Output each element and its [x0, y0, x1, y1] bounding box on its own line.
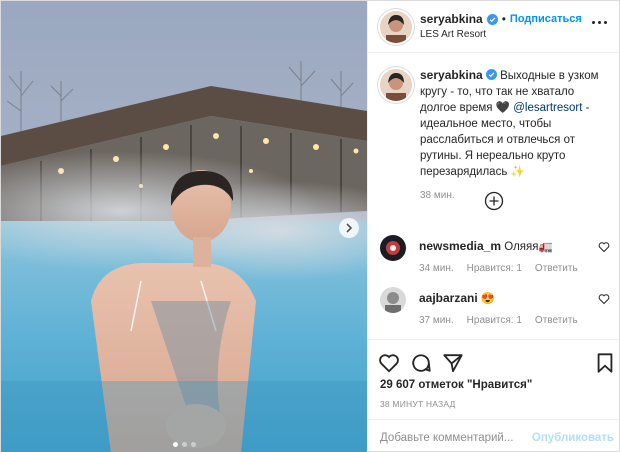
comment-line: newsmedia_m Оляяя🚛	[419, 239, 553, 253]
comment-time: 37 мин.	[419, 315, 454, 326]
comment-username[interactable]: newsmedia_m	[419, 239, 501, 253]
load-more-comments-plus-icon[interactable]	[484, 191, 504, 211]
post-photo[interactable]	[1, 1, 367, 452]
caption-time: 38 мин.	[420, 190, 455, 201]
likes-count[interactable]: 29 607 отметок "Нравится"	[380, 379, 532, 391]
bookmark-icon[interactable]	[594, 352, 616, 374]
avatar-image	[380, 11, 412, 43]
post-caption: seryabkina Выходные в узком кругу - то, …	[368, 53, 620, 201]
comment-like-heart-icon[interactable]	[598, 293, 610, 305]
post-side-panel: seryabkina • Подписаться LES Art Resort	[367, 1, 620, 452]
avatar-image	[380, 287, 406, 313]
carousel-next-icon	[346, 223, 353, 233]
comment-time: 34 мин.	[419, 263, 454, 274]
comment-item: newsmedia_m Оляяя🚛 34 мин. Нравится: 1 О…	[380, 235, 612, 275]
carousel-indicator	[1, 442, 367, 447]
separator-dot: •	[501, 12, 506, 26]
author-avatar[interactable]	[380, 11, 412, 43]
comment-likes[interactable]: Нравится: 1	[467, 263, 522, 274]
heart-icon[interactable]	[378, 352, 400, 374]
caption-text: seryabkina Выходные в узком кругу - то, …	[420, 67, 600, 180]
publish-button[interactable]: Опубликовать	[532, 432, 614, 444]
comment-text: Оляяя🚛	[504, 241, 553, 253]
comment-icon[interactable]	[410, 352, 432, 374]
caption-mention-link[interactable]: @lesartresort	[513, 102, 582, 114]
comment-username[interactable]: aajbarzani	[419, 291, 478, 305]
caption-avatar[interactable]	[380, 69, 412, 101]
verified-badge-icon	[486, 13, 498, 25]
post-header: seryabkina • Подписаться LES Art Resort	[368, 1, 620, 53]
comment-reply-button[interactable]: Ответить	[535, 263, 578, 274]
follow-button[interactable]: Подписаться	[510, 13, 582, 25]
avatar-image	[380, 69, 412, 101]
carousel-dot	[190, 442, 196, 447]
share-icon[interactable]	[442, 352, 464, 374]
author-username[interactable]: seryabkina	[420, 12, 483, 26]
commenter-avatar[interactable]	[380, 287, 406, 313]
add-comment-bar: Добавьте комментарий... Опубликовать	[368, 419, 620, 452]
comment-meta: 37 мин. Нравится: 1 Ответить	[419, 315, 578, 326]
comment-likes[interactable]: Нравится: 1	[467, 315, 522, 326]
caption-username[interactable]: seryabkina	[420, 68, 483, 82]
commenter-avatar[interactable]	[380, 235, 406, 261]
carousel-dot	[181, 442, 187, 447]
posted-time: 38 МИНУТ НАЗАД	[380, 399, 456, 409]
comment-like-heart-icon[interactable]	[598, 241, 610, 253]
verified-badge-icon	[485, 69, 497, 80]
comment-input[interactable]: Добавьте комментарий...	[380, 432, 513, 444]
comment-text: 😍	[480, 293, 496, 305]
instagram-post: seryabkina • Подписаться LES Art Resort	[0, 0, 620, 452]
carousel-dot	[172, 442, 178, 447]
comment-meta: 34 мин. Нравится: 1 Ответить	[419, 263, 578, 274]
comment-item: aajbarzani 😍 37 мин. Нравится: 1 Ответит…	[380, 287, 612, 327]
carousel-next-button[interactable]	[339, 218, 359, 238]
comment-line: aajbarzani 😍	[419, 291, 495, 305]
avatar-image	[380, 235, 406, 261]
photo-illustration	[1, 1, 367, 452]
more-options-icon[interactable]	[592, 21, 607, 24]
comment-reply-button[interactable]: Ответить	[535, 315, 578, 326]
post-location[interactable]: LES Art Resort	[420, 29, 486, 40]
